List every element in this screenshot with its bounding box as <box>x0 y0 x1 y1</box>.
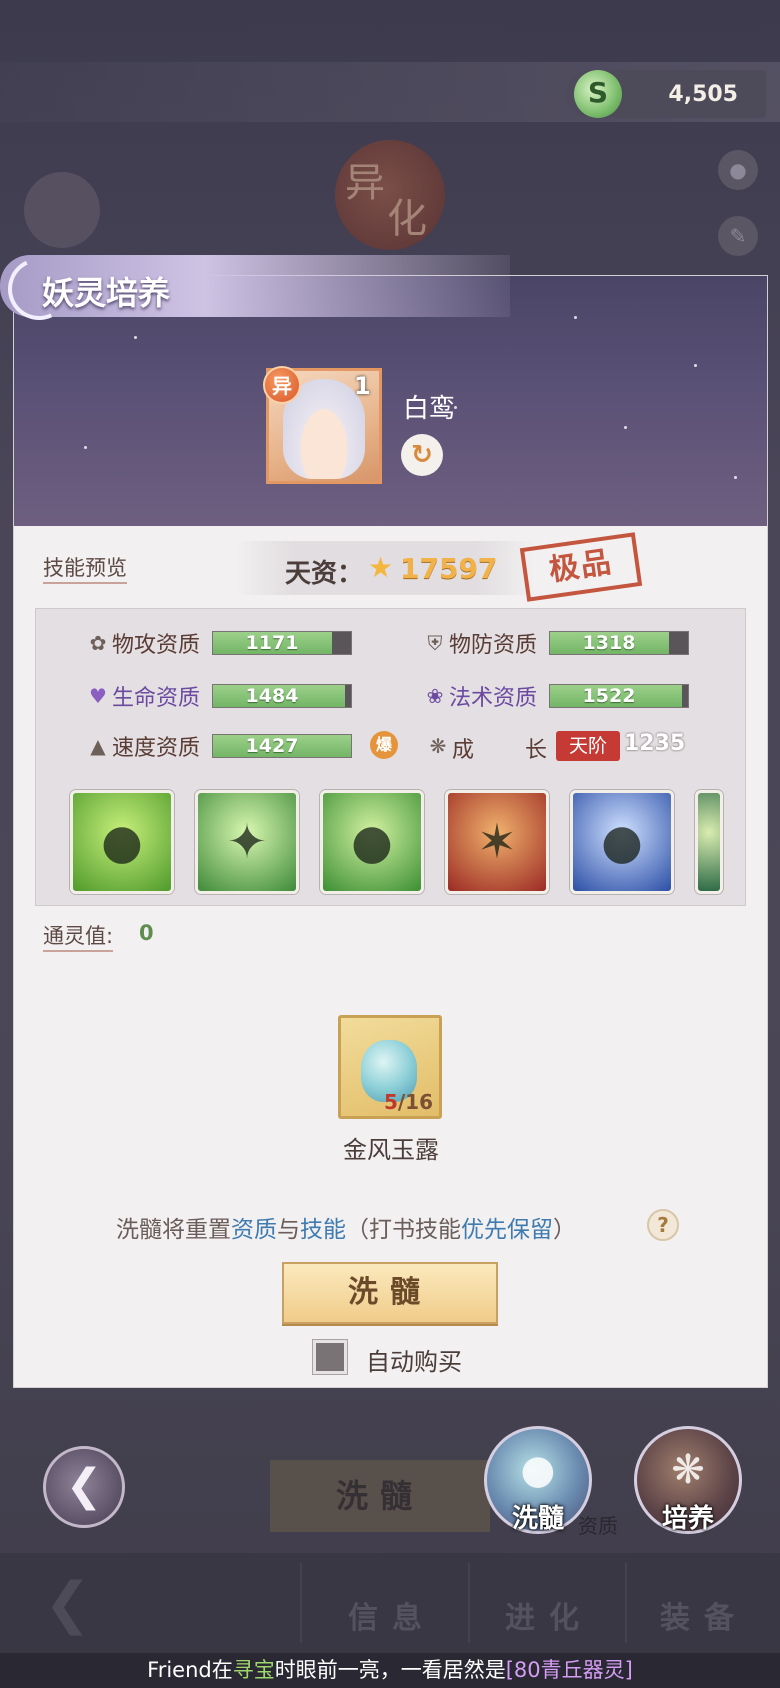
train-tab-label: 培养 <box>661 1504 714 1534</box>
paw-glove-icon: ❋ <box>671 1447 705 1493</box>
auto-buy-label: 自动购买 <box>366 1348 462 1376</box>
stat-bar: 1427 <box>212 734 352 758</box>
star-decoration <box>574 316 577 319</box>
item-name: 金风玉露 <box>343 1136 439 1164</box>
auto-buy-checkbox[interactable] <box>313 1340 347 1374</box>
bg-wash-button: 洗髓 <box>270 1460 490 1532</box>
tab-evolve[interactable]: 进化 <box>505 1593 593 1637</box>
variant-badge: 异 <box>263 366 301 404</box>
stat-label: 生命资质 <box>112 686 201 711</box>
magic-icon: ❀ <box>426 684 444 708</box>
stat-value: 1171 <box>245 632 299 654</box>
stat-speed: ▲ 速度资质 1427 <box>86 730 352 762</box>
stat-bar: 1171 <box>212 631 352 655</box>
stat-label: 物攻资质 <box>112 633 201 658</box>
growth-label: 长 <box>525 738 548 763</box>
swap-pet-button[interactable]: ↻ <box>401 434 443 476</box>
stat-bar: 1318 <box>549 631 689 655</box>
currency-value: 4,505 <box>668 81 738 107</box>
aptitude-value: 17597 <box>400 552 498 585</box>
lock-icon: ● <box>718 150 758 190</box>
wash-button[interactable]: 洗髓 <box>282 1262 498 1324</box>
tab-info[interactable]: 信息 <box>348 1593 436 1637</box>
star-decoration <box>624 426 627 429</box>
stat-value: 1427 <box>245 735 299 757</box>
stat-bar: 1484 <box>212 684 352 708</box>
train-tab-button[interactable]: ❋ 培养 <box>634 1426 742 1534</box>
pet-name: 白鸾 <box>403 394 456 424</box>
stat-bar: 1522 <box>549 684 689 708</box>
growth-tier-badge: 天阶 <box>556 731 620 761</box>
star-icon: ★ <box>368 551 394 584</box>
stat-hp: ♥ 生命资质 1484 <box>86 680 352 712</box>
stat-attack: ✿ 物攻资质 1171 <box>86 627 352 659</box>
brush-icon: ✎ <box>718 216 758 256</box>
arrow-left-icon: ❮ <box>44 1571 91 1636</box>
skill-wind-slash-icon[interactable]: ✦ <box>195 790 299 894</box>
stat-value: 1522 <box>582 685 636 707</box>
growth-value: 1235 <box>624 731 686 756</box>
stat-label: 物防资质 <box>449 633 538 658</box>
attack-icon: ✿ <box>89 631 107 655</box>
skill-shadow-cat-icon[interactable]: ● <box>570 790 674 894</box>
jade-coin-icon: S <box>574 70 622 118</box>
wash-tab-button[interactable]: ● 洗髓 <box>484 1426 592 1534</box>
back-button[interactable]: ❮ <box>43 1446 125 1528</box>
reset-notice: 洗髓将重置资质与技能（打书技能优先保留） <box>116 1217 576 1243</box>
boot-icon: ▲ <box>90 734 106 758</box>
burst-badge: 爆 <box>370 731 398 759</box>
stat-value: 1484 <box>245 685 299 707</box>
broadcast-ticker: Friend在寻宝时眼前一亮，一看居然是[80青丘器灵] <box>0 1653 780 1688</box>
help-icon[interactable]: ? <box>647 1209 679 1241</box>
wash-tab-label: 洗髓 <box>511 1504 564 1534</box>
star-decoration <box>694 364 697 367</box>
bg-variant-seal-icon: 异化 <box>335 140 445 250</box>
paw-icon: ❋ <box>429 734 447 758</box>
bg-card-icon <box>24 172 100 248</box>
divider <box>468 1563 470 1643</box>
divider <box>300 1563 302 1643</box>
skill-cat-rage-icon[interactable]: ● <box>70 790 174 894</box>
star-decoration <box>134 336 137 339</box>
stat-value: 1318 <box>582 632 636 654</box>
pet-level: 1 <box>354 372 371 400</box>
divider <box>625 1563 627 1643</box>
stat-magic: ❀ 法术资质 1522 <box>423 680 689 712</box>
item-count: 5/16 <box>383 1090 433 1114</box>
bottom-nav: ❮ 信息 进化 装备 <box>0 1553 780 1653</box>
defense-icon: ⛨ <box>427 631 443 655</box>
tab-equip[interactable]: 装备 <box>660 1593 748 1637</box>
star-decoration <box>84 446 87 449</box>
stat-label: 法术资质 <box>449 686 538 711</box>
star-decoration <box>734 476 737 479</box>
aptitude-label: 天资： <box>285 559 364 589</box>
growth-label: 成 <box>452 738 475 763</box>
currency-display[interactable]: S 4,505 <box>566 70 766 118</box>
stat-label: 速度资质 <box>112 736 201 761</box>
stat-defense: ⛨ 物防资质 1318 <box>423 627 689 659</box>
skill-cat-orb-icon[interactable]: ● <box>320 790 424 894</box>
potion-item-slot[interactable]: 5/16 <box>338 1015 442 1119</box>
spirit-value: 0 <box>139 921 154 945</box>
heart-icon: ♥ <box>89 684 107 708</box>
potion-icon: ● <box>520 1447 556 1493</box>
panel-title: 妖灵培养 <box>42 274 171 312</box>
skill-fire-fang-icon[interactable]: ✶ <box>445 790 549 894</box>
skill-preview-link[interactable]: 技能预览 <box>43 552 127 584</box>
spirit-value-link[interactable]: 通灵值: <box>43 920 114 952</box>
skill-target-icon[interactable] <box>695 790 723 894</box>
